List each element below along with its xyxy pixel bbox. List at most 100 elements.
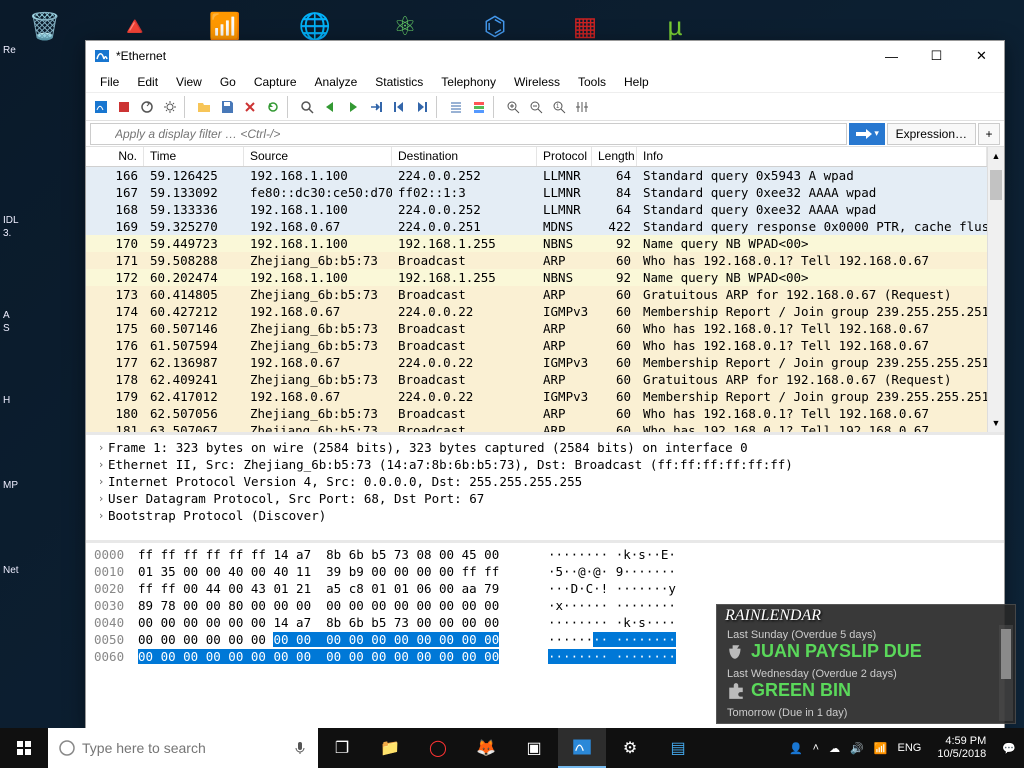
taskbar-app-icon[interactable]: ▤ (654, 728, 702, 768)
zoom-in-icon[interactable] (502, 96, 524, 118)
vertical-scrollbar[interactable]: ▲▼ (987, 147, 1004, 432)
tray-people-icon[interactable]: 👤 (789, 742, 803, 755)
tray-clock[interactable]: 4:59 PM10/5/2018 (931, 735, 992, 761)
column-protocol[interactable]: Protocol (537, 147, 592, 166)
tree-item[interactable]: ›Frame 1: 323 bytes on wire (2584 bits),… (94, 439, 996, 456)
taskbar-firefox-icon[interactable]: 🦊 (462, 728, 510, 768)
expression-button[interactable]: Expression… (887, 123, 976, 145)
packet-row[interactable]: 17460.427212192.168.0.67224.0.0.22IGMPv3… (86, 303, 987, 320)
tree-item[interactable]: ›Ethernet II, Src: Zhejiang_6b:b5:73 (14… (94, 456, 996, 473)
widget-scrollbar[interactable] (999, 625, 1013, 721)
menu-go[interactable]: Go (212, 73, 244, 91)
packet-row[interactable]: 17059.449723192.168.1.100192.168.1.255NB… (86, 235, 987, 252)
column-header[interactable]: No.TimeSourceDestinationProtocolLengthIn… (86, 147, 987, 167)
settings-icon[interactable] (159, 96, 181, 118)
mic-icon[interactable] (292, 740, 308, 756)
start-button[interactable] (0, 728, 48, 768)
hex-line[interactable]: 0000ff ff ff ff ff ff 14 a7 8b 6b b5 73 … (94, 547, 996, 564)
taskbar-explorer-icon[interactable]: 📁 (366, 728, 414, 768)
packet-row[interactable]: 17360.414805Zhejiang_6b:b5:73BroadcastAR… (86, 286, 987, 303)
expand-icon[interactable]: › (94, 475, 108, 488)
prev-icon[interactable] (319, 96, 341, 118)
packet-row[interactable]: 16859.133336192.168.1.100224.0.0.252LLMN… (86, 201, 987, 218)
tree-item[interactable]: ›Bootstrap Protocol (Discover) (94, 507, 996, 524)
taskbar-search[interactable] (48, 728, 318, 768)
menu-file[interactable]: File (92, 73, 127, 91)
apply-filter-button[interactable]: ▾ (849, 123, 885, 145)
taskbar-wireshark-icon[interactable] (558, 728, 606, 768)
find-icon[interactable] (296, 96, 318, 118)
menu-edit[interactable]: Edit (129, 73, 166, 91)
first-icon[interactable] (388, 96, 410, 118)
packet-row[interactable]: 17762.136987192.168.0.67224.0.0.22IGMPv3… (86, 354, 987, 371)
display-filter-input[interactable] (90, 123, 847, 145)
packet-row[interactable]: 16959.325270192.168.0.67224.0.0.251MDNS4… (86, 218, 987, 235)
restart-icon[interactable] (136, 96, 158, 118)
menu-telephony[interactable]: Telephony (433, 73, 504, 91)
menu-capture[interactable]: Capture (246, 73, 305, 91)
expand-icon[interactable]: › (94, 492, 108, 505)
colorize-icon[interactable] (468, 96, 490, 118)
packet-row[interactable]: 17159.508288Zhejiang_6b:b5:73BroadcastAR… (86, 252, 987, 269)
hex-line[interactable]: 001001 35 00 00 40 00 40 11 39 b9 00 00 … (94, 564, 996, 581)
taskbar-settings-icon[interactable]: ⚙ (606, 728, 654, 768)
column-info[interactable]: Info (637, 147, 987, 166)
expand-icon[interactable]: › (94, 441, 108, 454)
tray-chevron-up-icon[interactable]: ˄ (813, 742, 819, 754)
column-destination[interactable]: Destination (392, 147, 537, 166)
tree-item[interactable]: ›User Datagram Protocol, Src Port: 68, D… (94, 490, 996, 507)
tray-volume-icon[interactable]: 🔊 (850, 742, 864, 755)
menu-view[interactable]: View (168, 73, 210, 91)
event-title[interactable]: JUAN PAYSLIP DUE (727, 641, 1005, 662)
menu-wireless[interactable]: Wireless (506, 73, 568, 91)
packet-details-pane[interactable]: ›Frame 1: 323 bytes on wire (2584 bits),… (86, 435, 1004, 543)
column-no[interactable]: No. (86, 147, 144, 166)
packet-row[interactable]: 17260.202474192.168.1.100192.168.1.255NB… (86, 269, 987, 286)
add-filter-button[interactable]: + (978, 123, 1000, 145)
menu-tools[interactable]: Tools (570, 73, 614, 91)
column-length[interactable]: Length (592, 147, 637, 166)
column-source[interactable]: Source (244, 147, 392, 166)
titlebar[interactable]: *Ethernet — ☐ ✕ (86, 41, 1004, 71)
autoscroll-icon[interactable] (445, 96, 467, 118)
tray-language[interactable]: ENG (898, 742, 922, 754)
stop-icon[interactable] (113, 96, 135, 118)
hex-line[interactable]: 0020ff ff 00 44 00 43 01 21 a5 c8 01 01 … (94, 581, 996, 598)
packet-row[interactable]: 17962.417012192.168.0.67224.0.0.22IGMPv3… (86, 388, 987, 405)
packet-row[interactable]: 16659.126425192.168.1.100224.0.0.252LLMN… (86, 167, 987, 184)
task-view-button[interactable]: ❐ (318, 728, 366, 768)
menu-analyze[interactable]: Analyze (307, 73, 366, 91)
menu-statistics[interactable]: Statistics (367, 73, 431, 91)
expand-icon[interactable]: › (94, 458, 108, 471)
last-icon[interactable] (411, 96, 433, 118)
packet-row[interactable]: 18062.507056Zhejiang_6b:b5:73BroadcastAR… (86, 405, 987, 422)
packet-row[interactable]: 17661.507594Zhejiang_6b:b5:73BroadcastAR… (86, 337, 987, 354)
menu-help[interactable]: Help (616, 73, 657, 91)
search-input[interactable] (82, 740, 286, 756)
taskbar-terminal-icon[interactable]: ▣ (510, 728, 558, 768)
fin-icon[interactable] (90, 96, 112, 118)
zoom-out-icon[interactable] (525, 96, 547, 118)
packet-row[interactable]: 17560.507146Zhejiang_6b:b5:73BroadcastAR… (86, 320, 987, 337)
packet-row[interactable]: 18163.507067Zhejiang_6b:b5:73BroadcastAR… (86, 422, 987, 432)
packet-row[interactable]: 17862.409241Zhejiang_6b:b5:73BroadcastAR… (86, 371, 987, 388)
next-icon[interactable] (342, 96, 364, 118)
system-tray[interactable]: 👤 ˄ ☁ 🔊 📶 ENG 4:59 PM10/5/2018 💬 (781, 735, 1024, 761)
tree-item[interactable]: ›Internet Protocol Version 4, Src: 0.0.0… (94, 473, 996, 490)
expand-icon[interactable]: › (94, 509, 108, 522)
taskbar-opera-icon[interactable]: ◯ (414, 728, 462, 768)
tray-wifi-icon[interactable]: 📶 (874, 742, 888, 755)
column-time[interactable]: Time (144, 147, 244, 166)
resize-cols-icon[interactable] (571, 96, 593, 118)
zoom-reset-icon[interactable]: 1 (548, 96, 570, 118)
tray-cloud-icon[interactable]: ☁ (829, 742, 840, 755)
minimize-button[interactable]: — (869, 41, 914, 71)
recycle-bin-icon[interactable]: 🗑️ (20, 4, 70, 49)
reload-icon[interactable] (262, 96, 284, 118)
close-button[interactable]: ✕ (959, 41, 1004, 71)
event-title[interactable]: GREEN BIN (727, 680, 1005, 701)
maximize-button[interactable]: ☐ (914, 41, 959, 71)
close-file-icon[interactable] (239, 96, 261, 118)
tray-notifications-icon[interactable]: 💬 (1002, 742, 1016, 755)
packet-list-pane[interactable]: No.TimeSourceDestinationProtocolLengthIn… (86, 147, 1004, 435)
